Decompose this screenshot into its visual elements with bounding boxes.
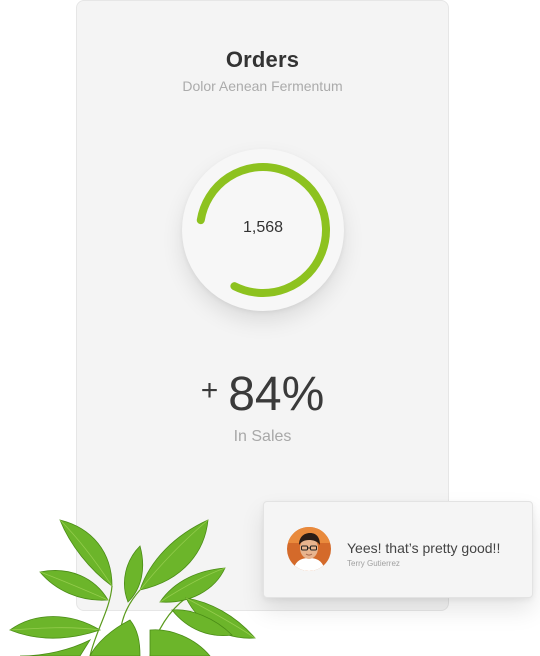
user-avatar-icon [287, 527, 331, 571]
gauge-value: 1,568 [242, 219, 284, 236]
chat-bubble: Yees! that’s pretty good!! Terry Gutierr… [263, 501, 533, 598]
chat-author: Terry Gutierrez [347, 559, 400, 568]
stat-value: 84% [228, 368, 325, 421]
card-title: Orders [225, 47, 300, 72]
sales-stat: +84% [77, 367, 448, 422]
stat-sign: + [200, 374, 219, 407]
card-subtitle: Dolor Aenean Fermentum [182, 78, 343, 94]
stat-label: In Sales [233, 428, 292, 445]
chat-message: Yees! that’s pretty good!! [347, 540, 501, 556]
orders-gauge: 1,568 [182, 149, 344, 311]
page: Orders Dolor Aenean Fermentum 1,568 +84%… [0, 0, 540, 656]
mint-leaves-icon [9, 519, 256, 656]
